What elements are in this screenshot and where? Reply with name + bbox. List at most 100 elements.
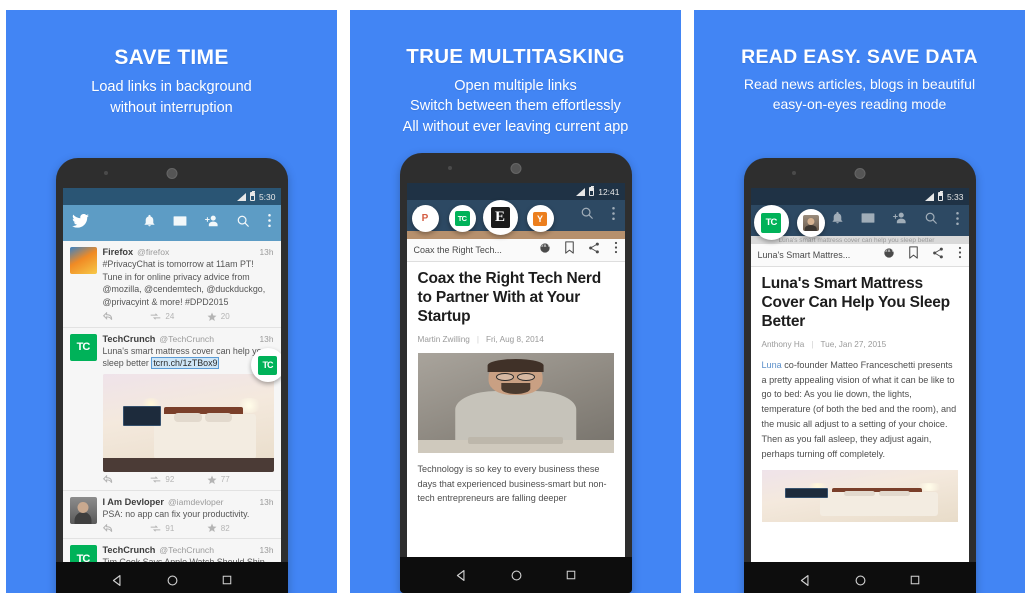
add-person-icon[interactable] [204,214,219,233]
battery-icon [589,185,595,196]
subtitle-line: without interruption [110,99,233,116]
like-button[interactable]: 20 [207,312,263,322]
table-row[interactable]: Firefox @firefox 13h #PrivacyChat is tom… [62,241,281,328]
tweet-author-name[interactable]: TechCrunch [103,334,156,344]
search-icon[interactable] [580,206,594,225]
proximity-sensor-icon [791,171,796,175]
overflow-menu-icon[interactable] [267,213,272,233]
reader-tab-title[interactable]: Luna's Smart Mattres... [758,250,851,260]
mattress [153,414,257,460]
back-icon[interactable] [111,574,124,587]
overflow-menu-icon[interactable] [958,246,962,264]
phone-screen: 12:41 Coax the Right Tech... Coax the Ri… [406,183,625,557]
orange-bubble-icon[interactable]: Y [526,205,554,232]
phone-bezel-top [56,158,288,188]
search-icon[interactable] [236,214,250,233]
techcrunch-bubble-icon[interactable]: TC [250,348,281,382]
photo-bubble-icon[interactable] [796,209,825,237]
tweet-header: TechCrunch @TechCrunch 13h [103,545,274,555]
recents-icon[interactable] [221,574,233,586]
techcrunch-avatar[interactable]: TC [69,545,97,562]
bubble-label: Y [533,211,547,226]
like-button[interactable]: 77 [207,475,263,485]
add-person-icon[interactable] [892,211,907,230]
article-body-link[interactable]: Luna [762,360,782,370]
envelope-icon[interactable] [861,211,875,230]
table-row[interactable]: TC TechCrunch @TechCrunch 13h Tim Cook S… [62,539,281,562]
bell-icon[interactable] [831,211,844,230]
reply-button[interactable] [102,312,151,321]
android-status-bar: 5:33 [750,188,969,205]
techcrunch-bubble-icon[interactable]: TC [448,205,476,232]
twitter-feed[interactable]: Firefox @firefox 13h #PrivacyChat is tom… [62,241,281,562]
tweet-actions: 91 82 [102,523,274,535]
share-icon[interactable] [932,246,944,264]
tweet-photo[interactable] [102,373,274,472]
home-icon[interactable] [854,574,867,587]
back-icon[interactable] [799,574,812,587]
firefox-avatar[interactable] [69,247,97,274]
tweet-author-name[interactable]: I Am Devloper [103,497,164,507]
techcrunch-avatar[interactable]: TC [69,333,97,361]
entrepreneur-bubble-icon[interactable]: E [482,200,518,235]
tweet-author-handle[interactable]: @firefox [137,247,169,257]
glasses-right-lens [517,372,536,381]
tweet-author-handle[interactable]: @TechCrunch [159,334,214,344]
tweet-author-handle[interactable]: @TechCrunch [159,545,214,555]
like-button[interactable]: 82 [207,523,263,533]
overflow-menu-icon[interactable] [955,211,960,231]
overflow-menu-icon[interactable] [611,206,616,226]
reply-button[interactable] [102,523,151,533]
back-icon[interactable] [455,569,468,582]
article-meta: Martin Zwilling | Fri, Aug 8, 2014 [418,335,614,344]
tweet-body: TechCrunch @TechCrunch 13h Tim Cook Says… [103,545,274,562]
recents-icon[interactable] [909,574,921,586]
tweet-author-handle[interactable]: @iamdevloper [168,497,224,507]
tweet-link-chip[interactable]: tcrn.ch/1zTBox9 [151,357,220,370]
monitor [785,487,829,498]
reader-toolbar: Coax the Right Tech... [406,239,625,262]
bubble-label: E [490,207,510,228]
retweet-button[interactable]: 24 [150,312,206,321]
reader-tab-title[interactable]: Coax the Right Tech... [414,245,502,255]
tweet-text: PSA: no app can fix your productivity. [102,508,250,519]
phone-mockup: 5:30 Firefox @firefox 13h #PrivacyChat i… [55,158,288,593]
producthunt-bubble-icon[interactable]: P [411,205,439,232]
tweet-author-name[interactable]: TechCrunch [103,545,156,555]
home-icon[interactable] [510,569,523,582]
bookmark-icon[interactable] [564,241,574,259]
subtitle-line: Load links in background [91,79,252,96]
retweet-button[interactable]: 92 [150,475,206,484]
techcrunch-mark: TC [76,341,91,354]
bookmark-icon[interactable] [908,246,918,264]
recents-icon[interactable] [565,569,577,581]
person-avatar[interactable] [69,496,97,524]
home-icon[interactable] [166,574,179,587]
retweet-button[interactable]: 91 [150,524,206,533]
peek-strip [406,231,625,239]
reader-mode-view: Coax the Right Tech... Coax the Right Te… [406,239,625,557]
search-icon[interactable] [924,211,938,230]
overflow-menu-icon[interactable] [614,241,618,259]
table-row[interactable]: TC TechCrunch @TechCrunch 13h Luna's sma… [62,327,281,491]
page-title: READ EASY. SAVE DATA [741,46,978,68]
techcrunch-bubble-icon[interactable]: TC [753,205,789,240]
meta-divider: | [476,334,479,344]
proximity-sensor-icon [447,166,452,170]
envelope-icon[interactable] [173,214,187,233]
bell-icon[interactable] [143,214,156,233]
article-body: Luna co-founder Matteo Franceschetti pre… [762,358,958,462]
globe-icon[interactable] [539,241,551,259]
globe-icon[interactable] [883,246,895,264]
subtitle-line: Read news articles, blogs in beautiful [743,76,976,93]
bedroom-photo [102,373,274,472]
reply-button[interactable] [102,475,151,484]
twitter-bird-icon[interactable] [71,213,89,233]
table-row[interactable]: I Am Devloper @iamdevloper 13h PSA: no a… [62,490,281,540]
signal-icon [576,187,586,196]
phone-mockup: 5:33 Luna's smart mattress cover can hel… [743,158,976,593]
share-icon[interactable] [588,241,600,259]
tweet-author-name[interactable]: Firefox [103,247,134,257]
article-container: Coax the Right Tech Nerd to Partner With… [407,262,625,506]
article-author: Anthony Ha [761,339,805,349]
